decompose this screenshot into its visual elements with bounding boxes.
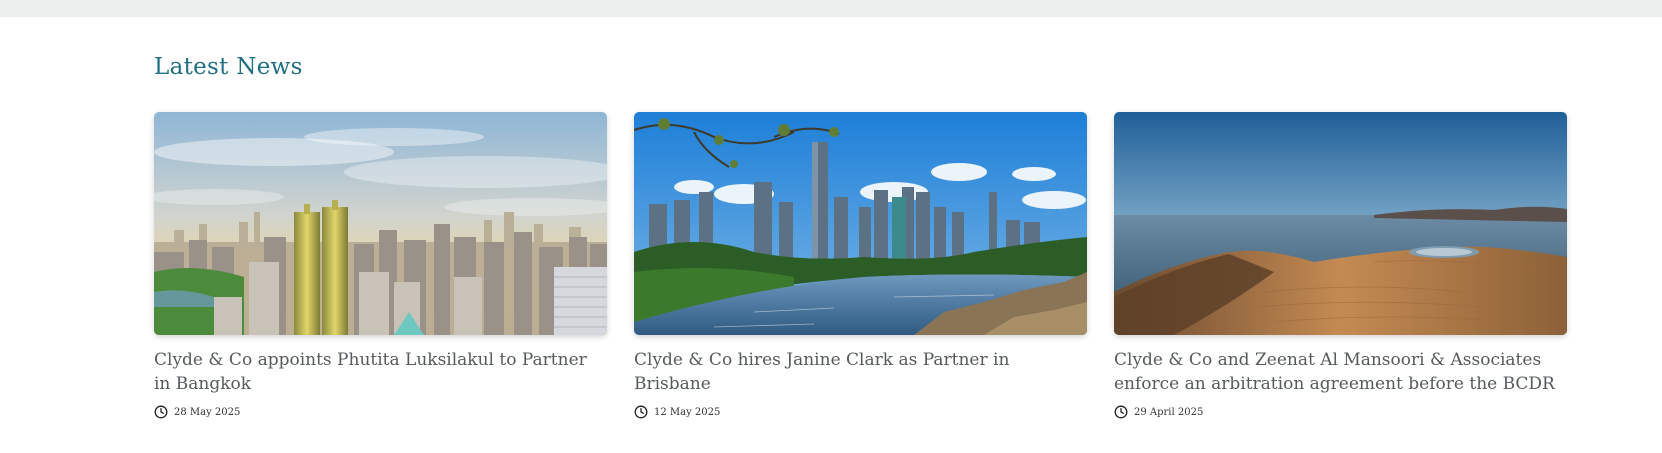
news-card-date: 28 May 2025 (154, 404, 607, 420)
clock-icon (1114, 405, 1128, 419)
news-card-image-link[interactable] (634, 112, 1087, 335)
bangkok-skyline-image (154, 112, 607, 335)
news-card-date-text: 12 May 2025 (654, 406, 721, 418)
news-card-title-link[interactable]: Clyde & Co hires Janine Clark as Partner… (634, 348, 1087, 396)
news-card-image-link[interactable] (154, 112, 607, 335)
news-card-date: 29 April 2025 (1114, 404, 1567, 420)
news-card-title-link[interactable]: Clyde & Co and Zeenat Al Mansoori & Asso… (1114, 348, 1567, 396)
news-card: Clyde & Co and Zeenat Al Mansoori & Asso… (1114, 112, 1567, 420)
news-card-date: 12 May 2025 (634, 404, 1087, 420)
news-card-date-text: 29 April 2025 (1134, 406, 1204, 418)
news-card-image-link[interactable] (1114, 112, 1567, 335)
news-card: Clyde & Co appoints Phutita Luksilakul t… (154, 112, 607, 420)
section-title: Latest News (154, 54, 303, 80)
news-card: Clyde & Co hires Janine Clark as Partner… (634, 112, 1087, 420)
desert-dune-sea-image (1114, 112, 1567, 335)
clock-icon (154, 405, 168, 419)
news-card-date-text: 28 May 2025 (174, 406, 241, 418)
news-card-title-link[interactable]: Clyde & Co appoints Phutita Luksilakul t… (154, 348, 607, 396)
top-bar (0, 0, 1662, 17)
brisbane-river-skyline-image (634, 112, 1087, 335)
clock-icon (634, 405, 648, 419)
